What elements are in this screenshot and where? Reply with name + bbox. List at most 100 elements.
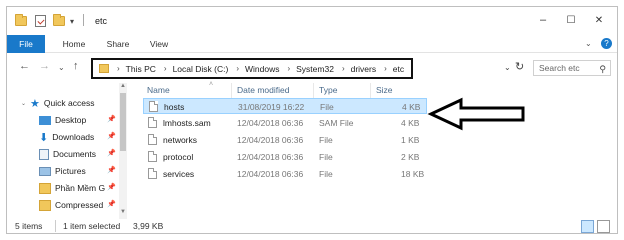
help-icon[interactable]: ?	[601, 38, 612, 49]
file-type: SAM File	[319, 118, 354, 128]
sidebar-scrollbar[interactable]: ▲ ▼	[119, 83, 127, 219]
new-folder-icon[interactable]	[53, 14, 65, 28]
chevron-right-icon: ›	[341, 64, 345, 73]
scroll-down-icon[interactable]: ▼	[120, 209, 126, 215]
address-bar[interactable]: › This PC › Local Disk (C:) › Windows › …	[91, 58, 413, 79]
sidebar-item-phan-mem[interactable]: Phần Mềm G	[39, 180, 105, 196]
scrollbar-thumb[interactable]	[120, 93, 126, 151]
address-dropdown-icon[interactable]: ⌄	[504, 63, 511, 72]
refresh-icon[interactable]: ↻	[515, 60, 524, 73]
table-row[interactable]: protocol 12/04/2018 06:36 File 2 KB	[143, 149, 427, 165]
search-input[interactable]: Search etc ⚲	[533, 60, 611, 76]
column-divider[interactable]	[370, 83, 371, 99]
file-type: File	[319, 169, 333, 179]
pin-icon[interactable]: 📌	[107, 183, 116, 191]
file-icon	[149, 101, 158, 112]
sidebar-item-label: Compressed	[55, 200, 104, 210]
file-date: 12/04/2018 06:36	[237, 135, 304, 145]
table-row[interactable]: networks 12/04/2018 06:36 File 1 KB	[143, 132, 427, 148]
large-icons-view-icon[interactable]	[597, 220, 610, 233]
file-icon	[148, 134, 157, 145]
pin-icon[interactable]: 📌	[107, 200, 116, 208]
file-date: 31/08/2019 16:22	[238, 102, 305, 112]
folder-icon	[39, 199, 51, 211]
close-button[interactable]: ✕	[587, 11, 611, 29]
sidebar-item-label: Downloads	[52, 132, 95, 142]
breadcrumb-drivers[interactable]: drivers	[351, 64, 377, 74]
file-name: networks	[163, 135, 198, 145]
expand-ribbon-icon[interactable]: ⌄	[585, 39, 592, 48]
status-selection: 1 item selected	[63, 221, 121, 231]
tab-file[interactable]: File	[7, 35, 45, 53]
properties-icon[interactable]	[35, 14, 46, 28]
file-icon	[148, 151, 157, 162]
sidebar-item-label: Quick access	[43, 98, 95, 108]
window-title: etc	[95, 16, 108, 26]
download-icon: ⬇	[39, 131, 49, 144]
file-size: 4 KB	[402, 102, 421, 112]
chevron-right-icon: ›	[117, 64, 120, 73]
column-header-name[interactable]: Name	[147, 85, 170, 95]
folder-icon	[39, 182, 51, 194]
annotation-arrow-icon	[427, 97, 525, 131]
sidebar-item-quick-access[interactable]: ⌄ ★ Quick access	[21, 95, 94, 111]
pin-icon[interactable]: 📌	[107, 166, 116, 174]
chevron-right-icon: ›	[163, 64, 167, 73]
sidebar-item-label: Desktop	[55, 115, 87, 125]
tab-home[interactable]: Home	[59, 35, 89, 53]
breadcrumb-system32[interactable]: System32	[296, 64, 334, 74]
column-divider[interactable]	[231, 83, 232, 99]
sidebar-item-desktop[interactable]: Desktop	[39, 112, 86, 128]
forward-arrow-icon[interactable]: →	[39, 60, 50, 72]
star-icon: ★	[30, 97, 40, 110]
sidebar-item-downloads[interactable]: ⬇ Downloads	[39, 129, 94, 145]
explorer-window: ▾ etc – ☐ ✕ File Home Share View ⌄ ? ← →…	[6, 6, 618, 234]
tab-share[interactable]: Share	[103, 35, 133, 53]
column-header-size[interactable]: Size	[376, 85, 393, 95]
file-type: File	[319, 152, 333, 162]
address-folder-icon	[99, 64, 109, 73]
file-date: 12/04/2018 06:36	[237, 118, 304, 128]
column-header-type[interactable]: Type	[319, 85, 337, 95]
sidebar-item-label: Pictures	[55, 166, 86, 176]
chevron-right-icon: ›	[236, 64, 239, 73]
minimize-button[interactable]: –	[531, 11, 555, 29]
tab-view[interactable]: View	[145, 35, 173, 53]
customize-quick-access-icon[interactable]: ▾	[70, 14, 74, 28]
breadcrumb-windows[interactable]: Windows	[245, 64, 279, 74]
details-view-icon[interactable]	[581, 220, 594, 233]
table-row[interactable]: services 12/04/2018 06:36 File 18 KB	[143, 166, 427, 182]
table-row[interactable]: hosts 31/08/2019 16:22 File 4 KB	[143, 98, 427, 114]
column-divider[interactable]	[313, 83, 314, 99]
ribbon-tabs: File Home Share View ⌄ ?	[7, 35, 617, 53]
file-size: 4 KB	[401, 118, 420, 128]
documents-icon	[39, 148, 49, 160]
chevron-right-icon: ›	[384, 64, 387, 73]
file-name: hosts	[164, 102, 185, 112]
recent-locations-icon[interactable]: ⌄	[58, 63, 65, 72]
file-icon	[148, 168, 157, 179]
back-arrow-icon[interactable]: ←	[19, 60, 30, 72]
title-bar: ▾ etc – ☐ ✕	[7, 7, 617, 35]
pin-icon[interactable]: 📌	[107, 149, 116, 157]
up-arrow-icon[interactable]: ↑	[73, 60, 79, 72]
pin-icon[interactable]: 📌	[107, 115, 116, 123]
desktop-icon	[39, 115, 51, 125]
navigation-bar: ← → ⌄ ↑ › This PC › Local Disk (C:) › Wi…	[7, 53, 617, 81]
folder-icon	[15, 14, 27, 28]
status-selection-size: 3,99 KB	[133, 221, 164, 231]
column-header-date-modified[interactable]: Date modified	[237, 85, 289, 95]
breadcrumb-etc[interactable]: etc	[393, 64, 404, 74]
pin-icon[interactable]: 📌	[107, 132, 116, 140]
sidebar-item-compressed[interactable]: Compressed	[39, 197, 103, 213]
breadcrumb-this-pc[interactable]: This PC	[126, 64, 156, 74]
sidebar-item-documents[interactable]: Documents	[39, 146, 96, 162]
file-date: 12/04/2018 06:36	[237, 152, 304, 162]
scroll-up-icon[interactable]: ▲	[120, 83, 126, 89]
breadcrumb-local-disk[interactable]: Local Disk (C:)	[173, 64, 229, 74]
file-type: File	[320, 102, 334, 112]
table-row[interactable]: lmhosts.sam 12/04/2018 06:36 SAM File 4 …	[143, 115, 427, 131]
maximize-button[interactable]: ☐	[559, 11, 583, 29]
chevron-down-icon: ⌄	[21, 100, 27, 107]
sidebar-item-pictures[interactable]: Pictures	[39, 163, 86, 179]
